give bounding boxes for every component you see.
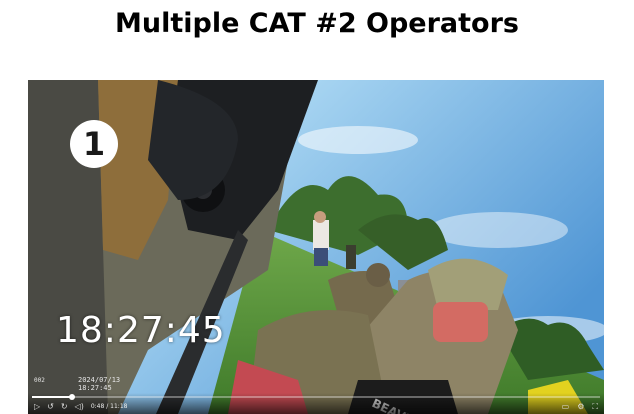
fullscreen-icon[interactable]: ⛶ xyxy=(592,402,598,411)
play-icon[interactable]: ▷ xyxy=(34,402,40,411)
camera-timestamp: 2024/07/13 18:27:45 xyxy=(78,376,120,392)
camera-time: 18:27:45 xyxy=(78,384,112,392)
skip-back-icon[interactable]: ↺ xyxy=(47,402,54,411)
progress-fill xyxy=(32,396,73,398)
clock-overlay: 18:27:45 xyxy=(56,310,226,351)
skip-forward-icon[interactable]: ↻ xyxy=(61,402,68,411)
captions-icon[interactable]: ▭ xyxy=(562,402,570,411)
elapsed-time: 0:48 / 11:18 xyxy=(90,403,128,410)
badge-number: 1 xyxy=(82,125,106,163)
elapsed-value: 0:48 xyxy=(90,403,105,410)
progress-bar[interactable] xyxy=(32,394,600,400)
video-player[interactable]: BEAVE 1 18:27:45 002 2024/07/13 18:27:45… xyxy=(28,80,604,414)
duration-value: 11:18 xyxy=(110,403,128,410)
number-badge: 1 xyxy=(70,120,118,168)
camera-id: 002 xyxy=(34,377,45,384)
slide-title: Multiple CAT #2 Operators xyxy=(114,8,519,39)
player-controls: ▷ ↺ ↻ ◁) 0:48 / 11:18 ▭ ⚙ ⛶ xyxy=(28,393,604,414)
video-frame-image: BEAVE xyxy=(28,80,604,414)
volume-icon[interactable]: ◁) xyxy=(75,402,84,411)
camera-date: 2024/07/13 xyxy=(78,376,121,384)
settings-icon[interactable]: ⚙ xyxy=(577,402,584,411)
progress-thumb[interactable] xyxy=(69,394,76,400)
